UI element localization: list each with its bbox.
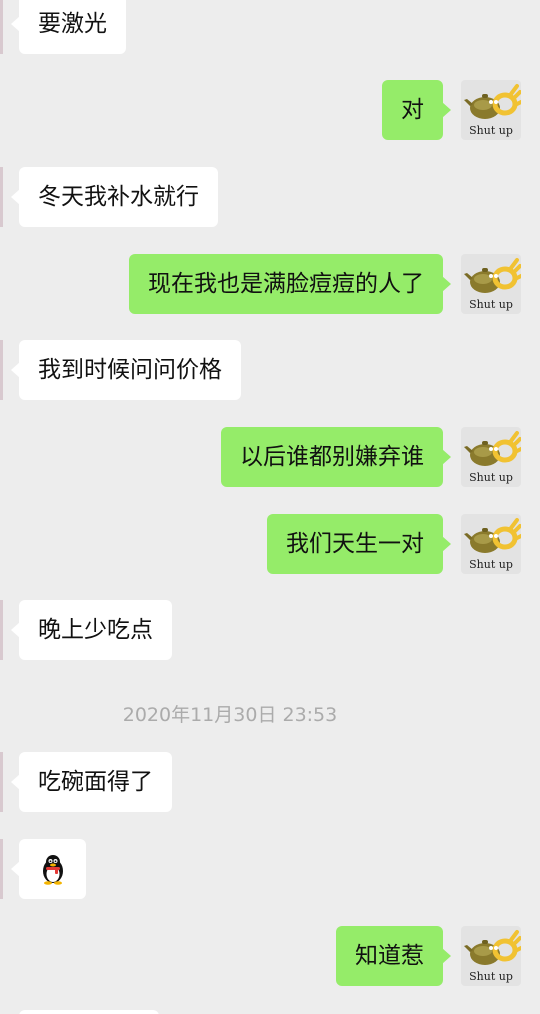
message-bubble-incoming[interactable]: 要激光 — [11, 0, 126, 54]
message-edge-marker — [0, 752, 3, 812]
message-bubble-incoming[interactable]: 我到时候问问价格 — [11, 340, 241, 400]
avatar[interactable]: Shut up — [461, 514, 521, 574]
avatar[interactable]: Shut up — [461, 926, 521, 986]
message-bubble-outgoing[interactable]: 现在我也是满脸痘痘的人了 — [129, 254, 451, 314]
avatar-caption: Shut up — [469, 124, 513, 137]
message-bubble-outgoing[interactable]: 我们天生一对 — [267, 514, 451, 574]
message-bubble-incoming[interactable]: 晚上少吃点 — [11, 600, 172, 660]
avatar[interactable]: Shut up — [461, 254, 521, 314]
avatar-caption: Shut up — [469, 471, 513, 484]
message-bubble-outgoing[interactable]: 知道惹 — [336, 926, 451, 986]
message-edge-marker — [0, 839, 3, 899]
avatar-caption: Shut up — [469, 558, 513, 571]
message-timestamp: 2020年11月30日 23:53 — [122, 704, 338, 726]
avatar-caption: Shut up — [469, 970, 513, 983]
message-edge-marker — [0, 600, 3, 660]
avatar[interactable]: Shut up — [461, 80, 521, 140]
chat-view: 要激光 对 Shut up 冬天我补水就行 现在我也是满脸痘痘的人了 Shut … — [0, 0, 540, 1014]
message-bubble-outgoing[interactable]: 以后谁都别嫌弃谁 — [221, 427, 451, 487]
message-bubble-partial — [19, 1010, 159, 1014]
message-bubble-emoji[interactable] — [11, 839, 86, 899]
avatar-caption: Shut up — [469, 298, 513, 311]
message-bubble-incoming[interactable]: 冬天我补水就行 — [11, 167, 218, 227]
message-edge-marker — [0, 340, 3, 400]
message-edge-marker — [0, 0, 3, 54]
message-bubble-incoming[interactable]: 吃碗面得了 — [11, 752, 172, 812]
avatar[interactable]: Shut up — [461, 427, 521, 487]
message-edge-marker — [0, 167, 3, 227]
penguin-icon — [43, 855, 63, 885]
message-bubble-outgoing[interactable]: 对 — [382, 80, 451, 140]
